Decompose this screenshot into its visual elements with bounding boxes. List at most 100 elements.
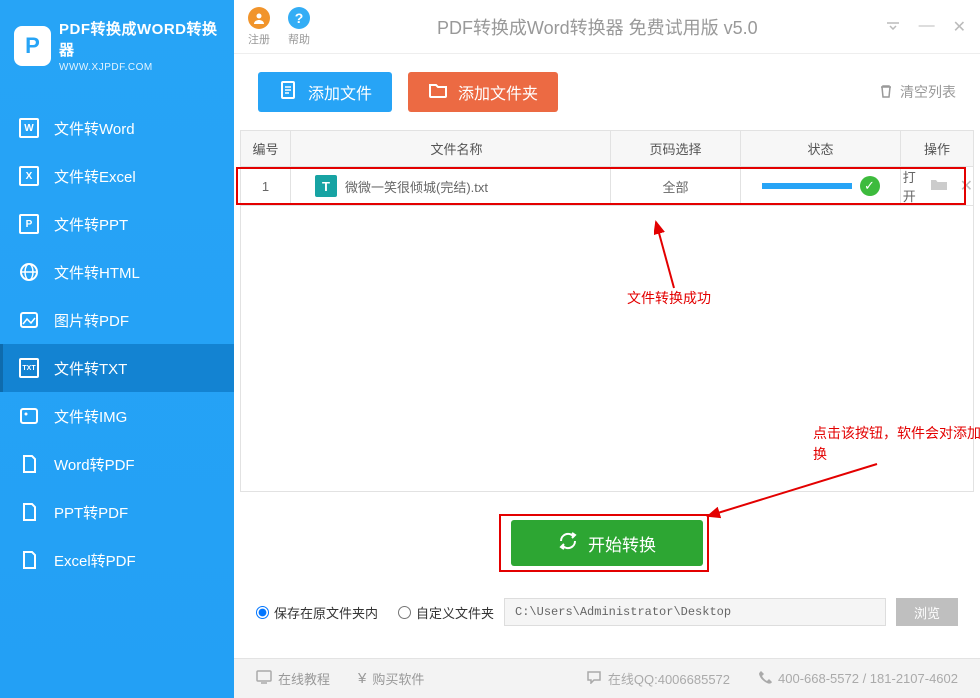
save-options: 保存在原文件夹内 自定义文件夹 浏览 bbox=[234, 584, 980, 640]
sidebar-item-excel2pdf[interactable]: Excel转PDF bbox=[0, 536, 234, 584]
picture-icon bbox=[18, 405, 40, 427]
dropdown-icon[interactable] bbox=[885, 17, 901, 37]
sidebar-item-html[interactable]: 文件转HTML bbox=[0, 248, 234, 296]
table-row[interactable]: 1 T 微微一笑很倾城(完结).txt 全部 ✓ bbox=[241, 167, 974, 206]
tutorial-label: 在线教程 bbox=[278, 669, 330, 688]
sidebar-item-word[interactable]: W 文件转Word bbox=[0, 104, 234, 152]
pdf-icon bbox=[18, 549, 40, 571]
qq-label: 在线QQ:4006685572 bbox=[608, 669, 730, 688]
pdf-icon bbox=[18, 501, 40, 523]
logo-area: P PDF转换成WORD转换器 WWW.XJPDF.COM bbox=[0, 0, 234, 104]
user-icon bbox=[248, 7, 270, 29]
page-select[interactable]: 全部 bbox=[611, 167, 741, 206]
buy-link[interactable]: ¥ 购买软件 bbox=[358, 669, 424, 688]
titlebar: 注册 ? 帮助 PDF转换成Word转换器 免费试用版 v5.0 — ✕ bbox=[234, 0, 980, 54]
add-folder-label: 添加文件夹 bbox=[458, 80, 538, 104]
add-file-button[interactable]: 添加文件 bbox=[258, 72, 392, 112]
radio-custom[interactable] bbox=[398, 606, 411, 619]
chat-icon bbox=[586, 670, 602, 687]
help-label: 帮助 bbox=[288, 31, 310, 47]
sidebar-item-label: 文件转TXT bbox=[54, 358, 127, 379]
save-same-folder-radio[interactable]: 保存在原文件夹内 bbox=[256, 603, 378, 622]
sidebar-item-label: Excel转PDF bbox=[54, 550, 136, 571]
app-title: PDF转换成Word转换器 免费试用版 v5.0 bbox=[320, 14, 875, 40]
clear-list-label: 清空列表 bbox=[900, 82, 956, 102]
open-link[interactable]: 打开 bbox=[901, 167, 918, 205]
col-status-header: 状态 bbox=[741, 131, 901, 167]
sidebar-item-file2img[interactable]: 文件转IMG bbox=[0, 392, 234, 440]
sidebar-item-label: Word转PDF bbox=[54, 454, 135, 475]
progress-bar bbox=[762, 183, 852, 189]
sidebar-item-label: 文件转HTML bbox=[54, 262, 140, 283]
help-icon: ? bbox=[288, 7, 310, 29]
table-header-row: 编号 文件名称 页码选择 状态 操作 bbox=[241, 131, 974, 167]
logo-icon: P bbox=[14, 26, 51, 66]
add-folder-button[interactable]: 添加文件夹 bbox=[408, 72, 558, 112]
ppt-icon: P bbox=[18, 213, 40, 235]
path-input[interactable] bbox=[504, 598, 886, 626]
clear-list-button[interactable]: 清空列表 bbox=[878, 82, 956, 102]
help-button[interactable]: ? 帮助 bbox=[288, 7, 310, 47]
sidebar-item-word2pdf[interactable]: Word转PDF bbox=[0, 440, 234, 488]
monitor-icon bbox=[256, 670, 272, 687]
save-same-label: 保存在原文件夹内 bbox=[274, 603, 378, 622]
main-area: 注册 ? 帮助 PDF转换成Word转换器 免费试用版 v5.0 — ✕ bbox=[234, 0, 980, 698]
sidebar-item-label: 文件转Excel bbox=[54, 166, 136, 187]
qq-info[interactable]: 在线QQ:4006685572 bbox=[586, 669, 730, 688]
minimize-icon[interactable]: — bbox=[919, 17, 935, 37]
col-name-header: 文件名称 bbox=[291, 131, 611, 167]
excel-icon: X bbox=[18, 165, 40, 187]
txt-file-icon: T bbox=[315, 175, 337, 197]
col-action-header: 操作 bbox=[901, 131, 974, 167]
save-custom-folder-radio[interactable]: 自定义文件夹 bbox=[398, 603, 494, 622]
sidebar-item-txt[interactable]: TXT 文件转TXT bbox=[0, 344, 234, 392]
folder-icon bbox=[428, 80, 448, 105]
convert-label: 开始转换 bbox=[588, 531, 656, 556]
word-icon: W bbox=[18, 117, 40, 139]
sidebar-item-label: PPT转PDF bbox=[54, 502, 128, 523]
empty-area bbox=[241, 206, 974, 492]
convert-area: 开始转换 bbox=[234, 492, 980, 584]
trash-icon bbox=[878, 83, 894, 102]
brand-subtitle: WWW.XJPDF.COM bbox=[59, 62, 220, 73]
pdf-icon bbox=[18, 453, 40, 475]
check-icon: ✓ bbox=[860, 176, 880, 196]
sidebar-item-ppt[interactable]: P 文件转PPT bbox=[0, 200, 234, 248]
start-convert-button[interactable]: 开始转换 bbox=[511, 520, 703, 566]
folder-open-icon[interactable] bbox=[930, 177, 948, 196]
col-page-header: 页码选择 bbox=[611, 131, 741, 167]
close-icon[interactable]: ✕ bbox=[953, 17, 966, 37]
phone-info[interactable]: 400-668-5572 / 181-2107-4602 bbox=[758, 670, 958, 687]
add-file-label: 添加文件 bbox=[308, 80, 372, 104]
toolbar: 添加文件 添加文件夹 清空列表 bbox=[234, 54, 980, 130]
sidebar-item-ppt2pdf[interactable]: PPT转PDF bbox=[0, 488, 234, 536]
nav-list: W 文件转Word X 文件转Excel P 文件转PPT 文件转HTML bbox=[0, 104, 234, 698]
phone-icon bbox=[758, 670, 772, 687]
browse-button[interactable]: 浏览 bbox=[896, 598, 958, 626]
sidebar-item-label: 文件转PPT bbox=[54, 214, 128, 235]
statusbar: 在线教程 ¥ 购买软件 在线QQ:4006685572 400-668-5572… bbox=[234, 658, 980, 698]
yen-icon: ¥ bbox=[358, 670, 366, 687]
sidebar-item-img2pdf[interactable]: 图片转PDF bbox=[0, 296, 234, 344]
remove-icon[interactable]: ✕ bbox=[960, 176, 973, 196]
row-num: 1 bbox=[241, 167, 291, 206]
sidebar-item-excel[interactable]: X 文件转Excel bbox=[0, 152, 234, 200]
brand-title: PDF转换成WORD转换器 bbox=[59, 18, 220, 60]
sidebar-item-label: 文件转Word bbox=[54, 118, 135, 139]
status-cell: ✓ bbox=[741, 176, 900, 196]
sidebar-item-label: 图片转PDF bbox=[54, 310, 129, 331]
register-button[interactable]: 注册 bbox=[248, 7, 270, 47]
image-icon bbox=[18, 309, 40, 331]
txt-icon: TXT bbox=[18, 357, 40, 379]
refresh-icon bbox=[558, 531, 578, 556]
buy-label: 购买软件 bbox=[372, 669, 424, 688]
col-num-header: 编号 bbox=[241, 131, 291, 167]
save-custom-label: 自定义文件夹 bbox=[416, 603, 494, 622]
sidebar-item-label: 文件转IMG bbox=[54, 406, 127, 427]
file-table: 编号 文件名称 页码选择 状态 操作 1 T 微微一笑很倾城(完结).txt bbox=[234, 130, 980, 492]
radio-same[interactable] bbox=[256, 606, 269, 619]
register-label: 注册 bbox=[248, 31, 270, 47]
phone-label: 400-668-5572 / 181-2107-4602 bbox=[778, 671, 958, 686]
document-icon bbox=[278, 80, 298, 105]
tutorial-link[interactable]: 在线教程 bbox=[256, 669, 330, 688]
